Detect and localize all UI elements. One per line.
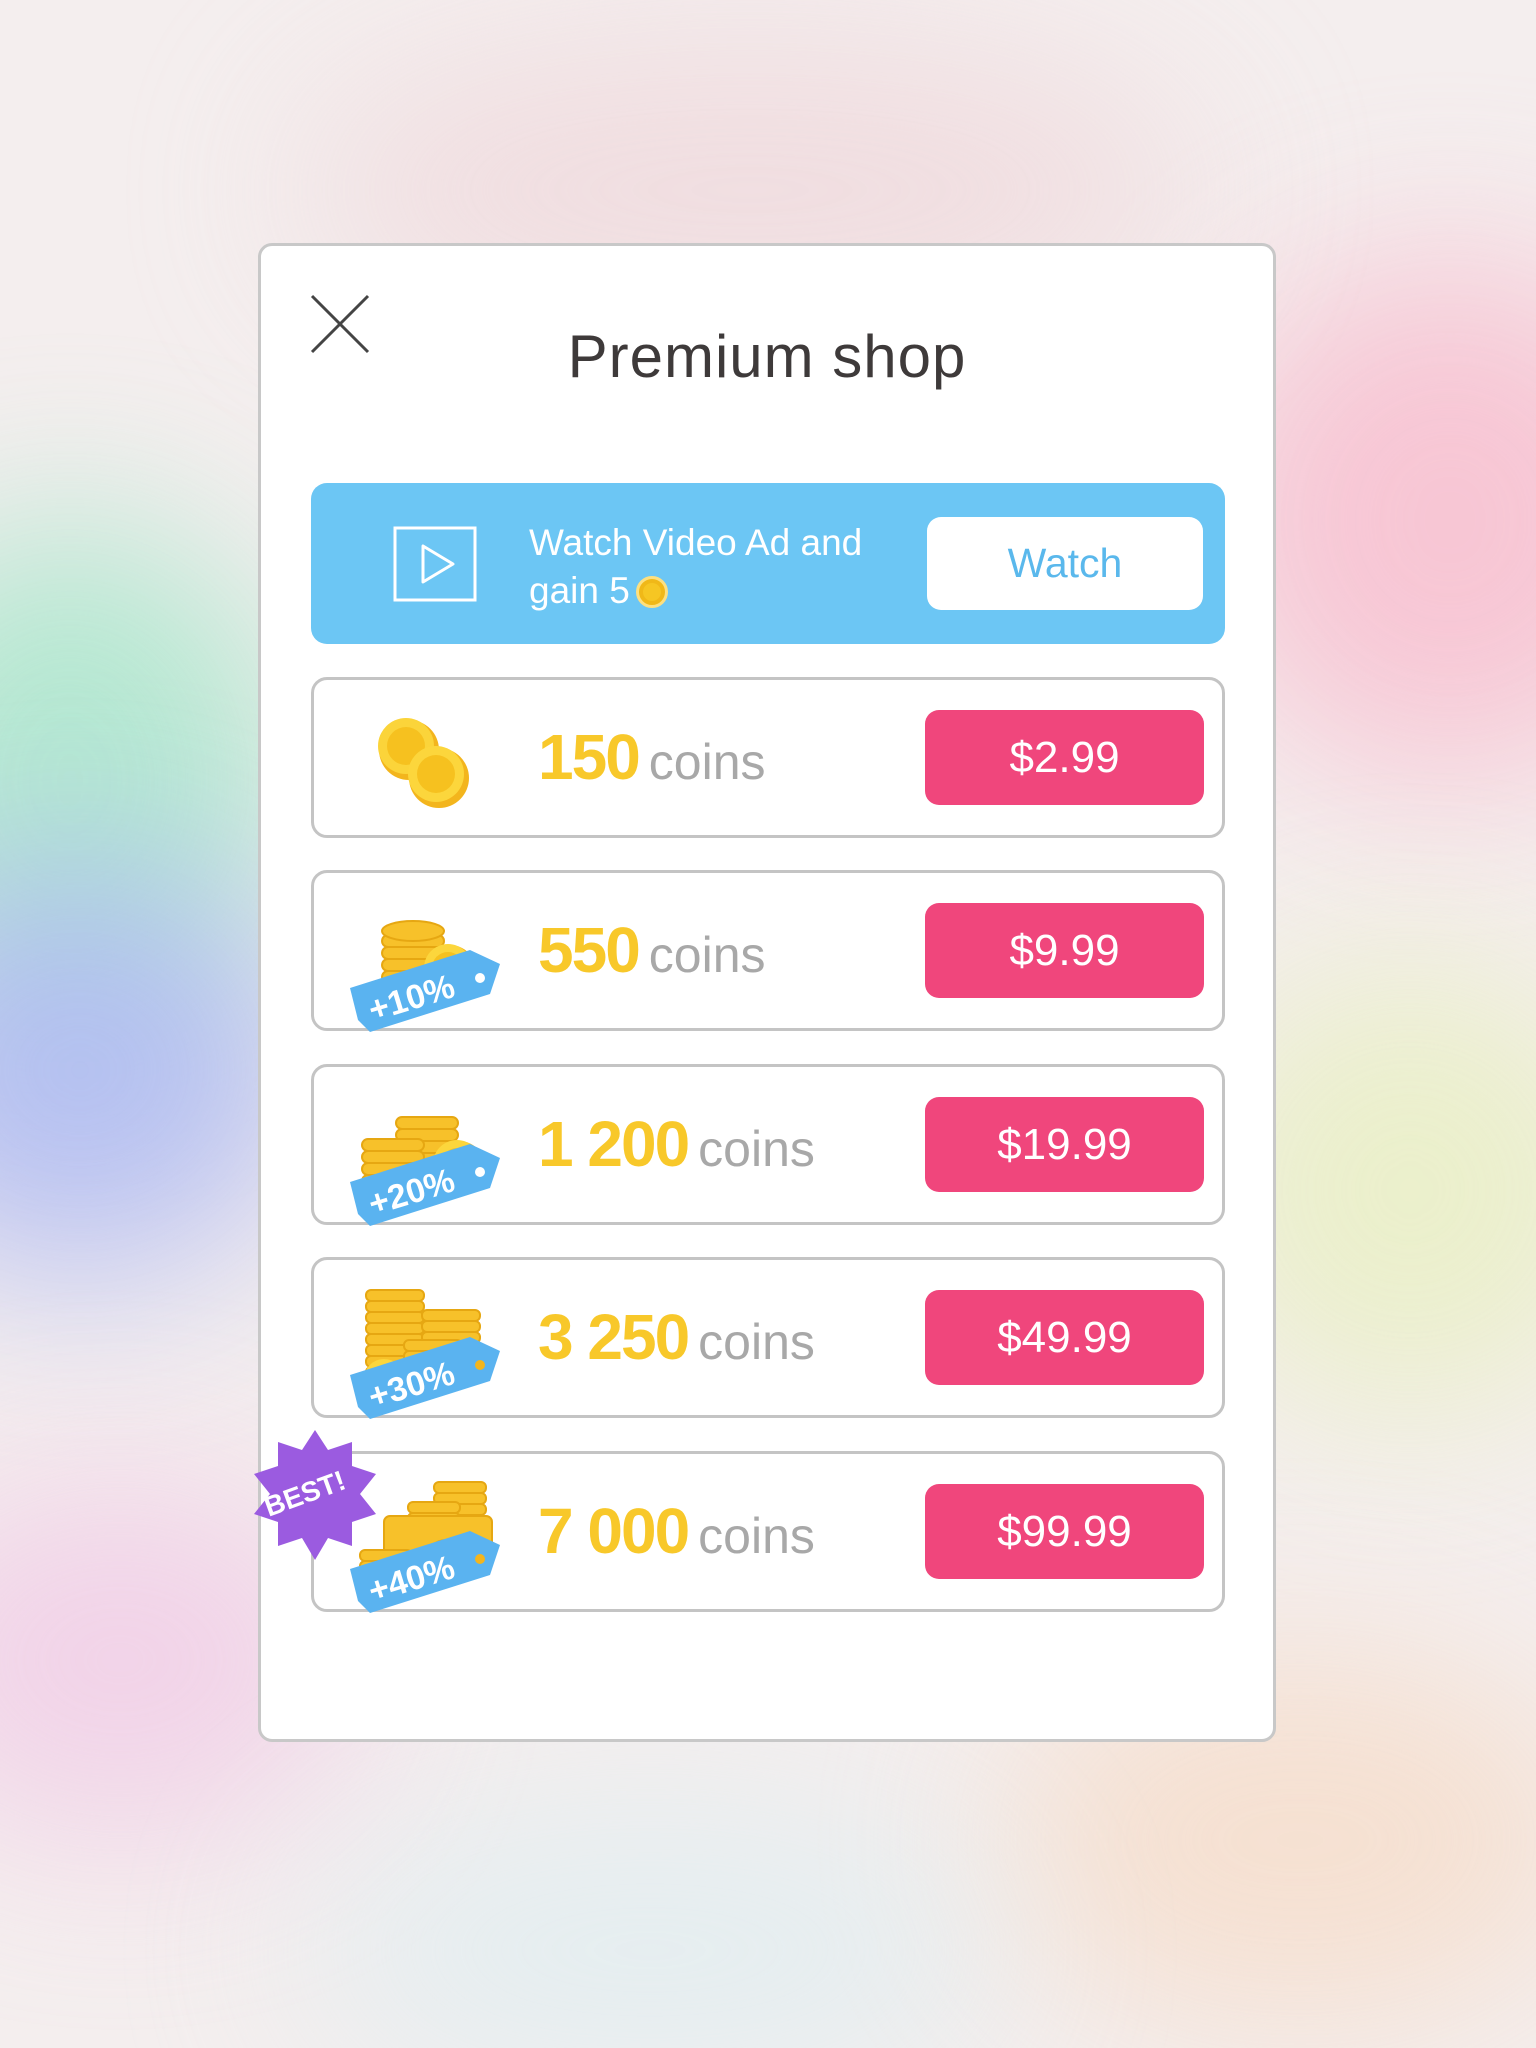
buy-1200-coins-button[interactable]: $19.99 <box>925 1097 1204 1192</box>
watch-button[interactable]: Watch <box>927 517 1203 610</box>
offer-row: +30% 3 250 coins $49.99 <box>311 1257 1225 1419</box>
coin-amount: 7 000 coins <box>538 1495 815 1567</box>
coin-amount: 150 coins <box>538 721 766 793</box>
coin-icon <box>635 576 668 608</box>
coin-amount: 1 200 coins <box>538 1108 815 1180</box>
offer-row: +10% 550 coins $9.99 <box>311 870 1225 1032</box>
offer-row: +40% 7 000 coins $99.99 <box>311 1451 1225 1613</box>
dialog-title: Premium shop <box>567 323 967 390</box>
offer-row: 150 coins $2.99 <box>311 677 1225 838</box>
coin-amount: 550 coins <box>538 914 766 986</box>
buy-7000-coins-button[interactable]: $99.99 <box>925 1484 1204 1579</box>
buy-3250-coins-button[interactable]: $49.99 <box>925 1290 1204 1385</box>
buy-550-coins-button[interactable]: $9.99 <box>925 903 1204 998</box>
video-ad-text: Watch Video Ad and gain 5 <box>529 522 863 611</box>
coin-pair-icon <box>378 718 469 808</box>
buy-150-coins-button[interactable]: $2.99 <box>925 710 1204 805</box>
offer-row: +20% 1 200 coins $19.99 <box>311 1064 1225 1226</box>
play-video-icon <box>393 526 477 602</box>
coin-amount: 3 250 coins <box>538 1301 815 1373</box>
video-ad-banner: Watch Video Ad and gain 5 Watch <box>311 483 1225 644</box>
